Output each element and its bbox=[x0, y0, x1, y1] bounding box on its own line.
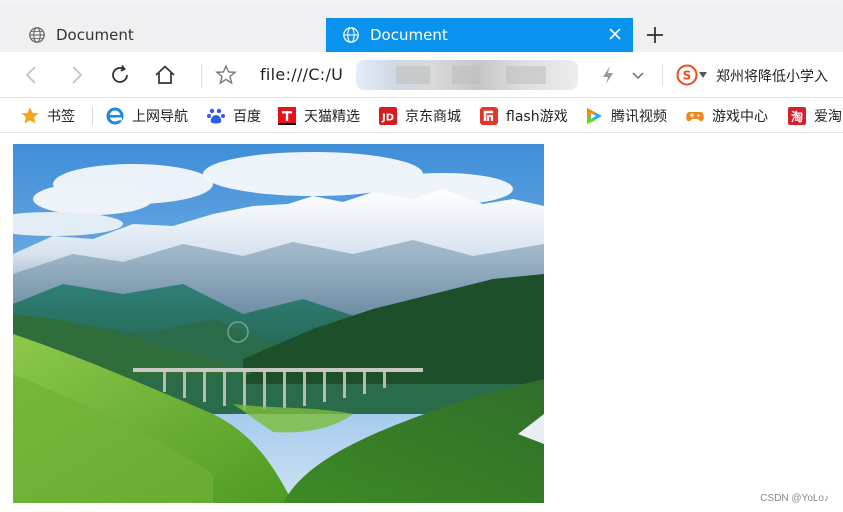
new-tab-button[interactable] bbox=[644, 24, 666, 46]
watermark-credit: CSDN @YoLo♪ bbox=[760, 493, 829, 504]
landscape-image bbox=[13, 144, 544, 503]
tab-document-active[interactable]: Document bbox=[326, 18, 633, 52]
tmall-icon bbox=[278, 107, 296, 125]
bookmark-item-nav[interactable]: 上网导航 bbox=[105, 105, 188, 127]
jd-icon: JD bbox=[379, 107, 397, 125]
bookmark-item-tmall[interactable]: 天猫精选 bbox=[277, 105, 360, 127]
address-url[interactable]: file:///C:/U bbox=[260, 65, 343, 84]
bookmark-label: 天猫精选 bbox=[304, 109, 360, 125]
bookmark-label: 百度 bbox=[233, 109, 261, 125]
bookmark-item-tencent-video[interactable]: 腾讯视频 bbox=[584, 105, 667, 127]
bookmark-item-taobao[interactable]: 淘 爱淘 bbox=[787, 105, 842, 127]
tab-strip-top bbox=[0, 0, 843, 18]
bookmark-divider bbox=[92, 107, 93, 125]
chevron-down-icon[interactable] bbox=[628, 63, 648, 87]
toolbar-divider bbox=[201, 64, 202, 88]
lightning-icon[interactable] bbox=[598, 63, 618, 87]
bookmark-item-baidu[interactable]: 百度 bbox=[206, 105, 261, 127]
mountain-landscape-photo bbox=[13, 144, 544, 503]
star-icon bbox=[21, 107, 39, 124]
search-suggestion[interactable]: 郑州将降低小学入 bbox=[716, 66, 828, 86]
game-center-icon bbox=[686, 112, 704, 122]
back-arrow-icon[interactable] bbox=[20, 63, 44, 87]
navigation-bar: file:///C:/U S 郑州将降低小学入 bbox=[0, 52, 843, 98]
toolbar-divider bbox=[662, 64, 663, 86]
ie-icon bbox=[106, 107, 124, 125]
bookmark-label: 书签 bbox=[47, 109, 75, 125]
bookmark-item-bookmarks[interactable]: 书签 bbox=[20, 105, 75, 127]
sogou-search-icon[interactable]: S bbox=[676, 64, 698, 86]
address-blurred-region bbox=[356, 60, 578, 90]
globe-icon bbox=[343, 27, 359, 43]
star-outline-icon[interactable] bbox=[214, 63, 238, 87]
bookmark-item-game-center[interactable]: 游戏中心 bbox=[685, 105, 768, 127]
bookmark-label: 腾讯视频 bbox=[611, 109, 667, 125]
page-content: CSDN @YoLo♪ bbox=[0, 134, 843, 512]
taobao-icon: 淘 bbox=[788, 107, 806, 125]
tab-title: Document bbox=[370, 26, 448, 44]
globe-icon bbox=[29, 27, 45, 43]
bookmark-label: 上网导航 bbox=[132, 109, 188, 125]
bookmark-label: 爱淘 bbox=[814, 109, 842, 125]
svg-text:淘: 淘 bbox=[791, 109, 803, 124]
bookmark-label: 京东商城 bbox=[405, 109, 461, 125]
tab-title: Document bbox=[56, 26, 134, 44]
home-icon[interactable] bbox=[153, 63, 177, 87]
baidu-icon bbox=[207, 108, 225, 124]
forward-arrow-icon[interactable] bbox=[64, 63, 88, 87]
svg-text:JD: JD bbox=[381, 113, 394, 124]
bookmark-label: flash游戏 bbox=[506, 109, 568, 125]
svg-text:S: S bbox=[683, 69, 692, 83]
bookmarks-bar: 书签 上网导航 百度 天猫精选 JD 京东商城 flash游戏 腾讯视频 游戏中… bbox=[0, 99, 843, 133]
flash-icon bbox=[480, 107, 498, 125]
tab-document-inactive[interactable]: Document bbox=[12, 18, 312, 52]
tencent-video-icon bbox=[587, 108, 602, 124]
refresh-icon[interactable] bbox=[108, 63, 132, 87]
bookmark-label: 游戏中心 bbox=[712, 109, 768, 125]
bookmark-item-jd[interactable]: JD 京东商城 bbox=[378, 105, 461, 127]
close-icon[interactable] bbox=[607, 26, 623, 42]
caret-down-icon[interactable] bbox=[699, 72, 707, 78]
bookmark-item-flash[interactable]: flash游戏 bbox=[479, 105, 568, 127]
tab-strip: Document Document bbox=[0, 0, 843, 52]
